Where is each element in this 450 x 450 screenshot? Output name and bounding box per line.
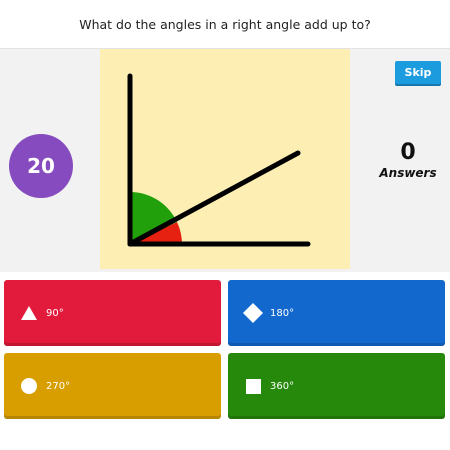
answer-option-4[interactable]: 360° <box>228 353 445 419</box>
answer-option-2[interactable]: 180° <box>228 280 445 346</box>
diamond-icon <box>242 302 264 324</box>
question-stage: 20 Skip 0 Answers <box>0 49 450 272</box>
question-image <box>100 49 350 269</box>
answer-option-label: 90° <box>46 307 64 319</box>
answers-counter: 0 Answers <box>372 141 444 181</box>
question-text: What do the angles in a right angle add … <box>79 16 371 32</box>
answer-option-label: 180° <box>270 307 295 319</box>
skip-button[interactable]: Skip <box>395 61 441 84</box>
triangle-icon <box>18 302 40 324</box>
answer-option-3[interactable]: 270° <box>4 353 221 419</box>
circle-icon <box>18 375 40 397</box>
answer-option-label: 270° <box>46 380 71 392</box>
answers-count-value: 0 <box>400 140 416 165</box>
answer-option-label: 360° <box>270 380 295 392</box>
right-angle-diagram <box>100 49 350 269</box>
square-icon <box>242 375 264 397</box>
timer-value: 20 <box>27 154 55 178</box>
answer-option-1[interactable]: 90° <box>4 280 221 346</box>
answers-count-label: Answers <box>379 166 437 180</box>
countdown-timer: 20 <box>9 134 73 198</box>
question-header: What do the angles in a right angle add … <box>0 0 450 49</box>
quiz-screen: What do the angles in a right angle add … <box>0 0 450 450</box>
